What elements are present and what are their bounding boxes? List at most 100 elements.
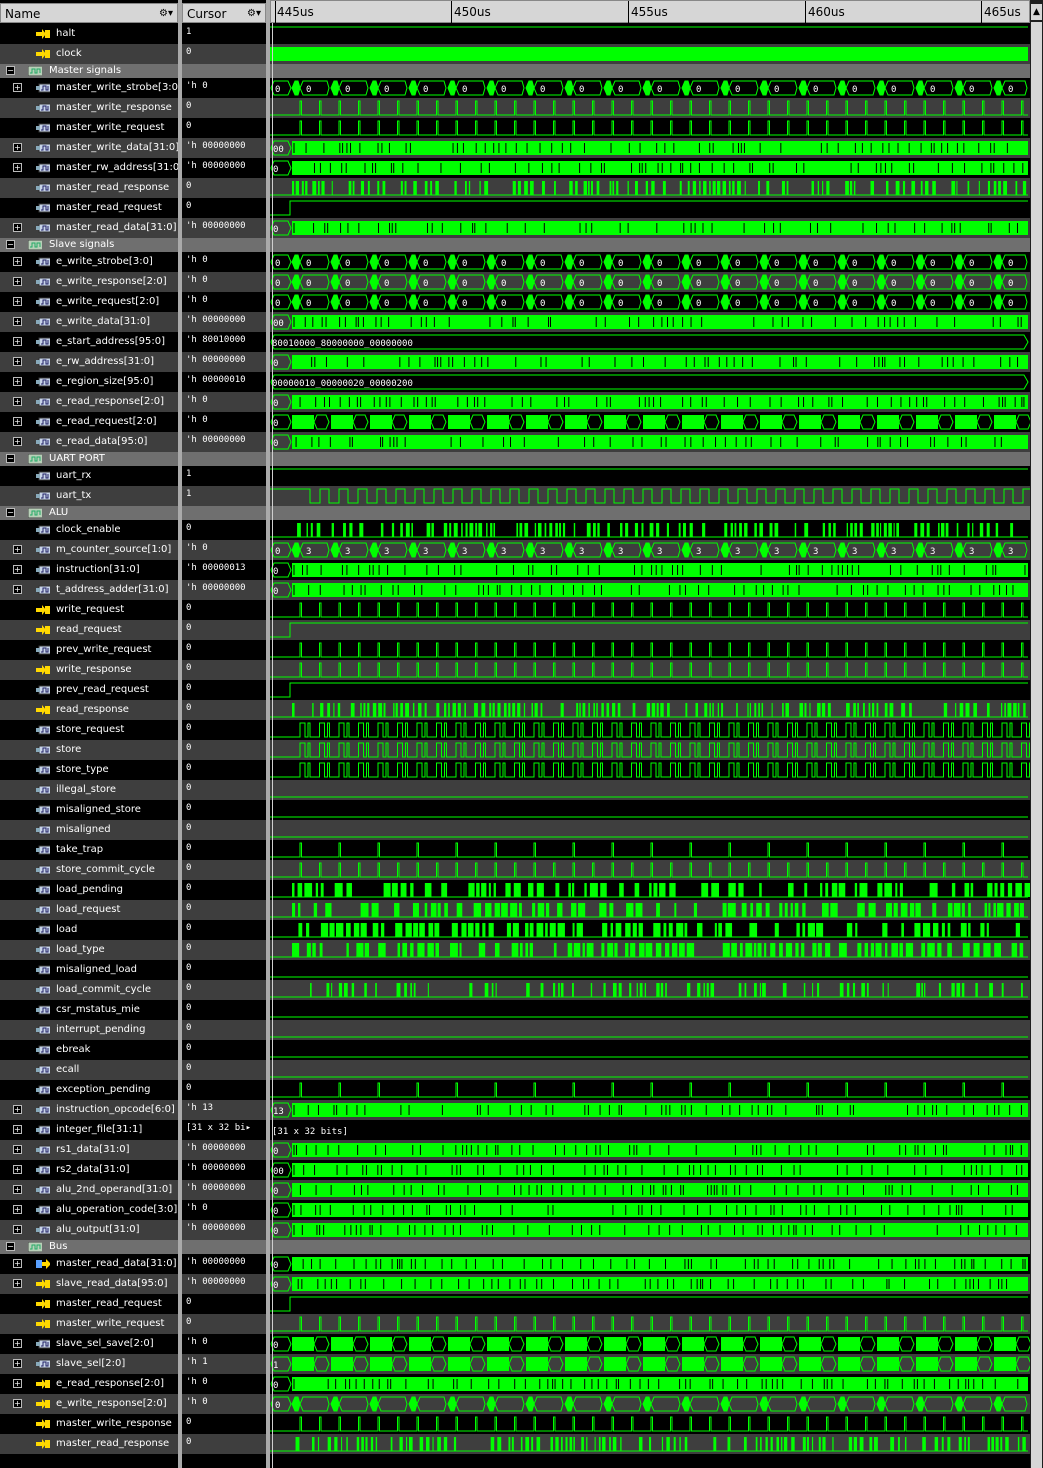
signal-row-e-read-response[interactable]: + e_read_response[2:0] [0,1374,178,1394]
waveform-row[interactable] [270,520,1030,540]
waveform-row[interactable]: 0 [270,1374,1030,1394]
signal-row-e-write-response[interactable]: + e_write_response[2:0] [0,272,178,292]
plus-box-icon[interactable]: + [13,437,22,446]
plus-box-icon[interactable]: + [13,1165,22,1174]
waveform-row[interactable]: 00000010_00000020_00000200 [270,372,1030,392]
waveform-row[interactable]: 0 0 0 0 0 0 0 0 0 0 0 0 0 0 0 0 0 0 0 0 [270,272,1030,292]
timeline-ruler[interactable]: 445us 450us 455us 460us 465us [270,0,1030,24]
waveform-row[interactable] [270,960,1030,980]
signal-row-master-read-response[interactable]: master_read_response [0,1434,178,1454]
signal-row-interrupt-pending[interactable]: interrupt_pending [0,1020,178,1040]
plus-box-icon[interactable]: + [13,357,22,366]
signal-row-prev-read-request[interactable]: prev_read_request [0,680,178,700]
minus-box-icon[interactable]: − [6,508,15,517]
plus-box-icon[interactable]: + [13,143,22,152]
signal-row-read-request[interactable]: read_request [0,620,178,640]
signal-row-rs1-data[interactable]: + rs1_data[31:0] [0,1140,178,1160]
waveform-row[interactable]: 0 0 0 0 0 0 0 0 0 0 0 0 0 0 0 0 0 0 0 0 [270,252,1030,272]
signal-row-write-request[interactable]: write_request [0,600,178,620]
signal-row-master-read-request[interactable]: master_read_request [0,198,178,218]
waveform-row[interactable]: 00 [270,312,1030,332]
waveform-row[interactable] [270,700,1030,720]
signal-row-e-write-request[interactable]: + e_write_request[2:0] [0,292,178,312]
waveform-row[interactable] [270,198,1030,218]
signal-row-read-response[interactable]: read_response [0,700,178,720]
waveform-row[interactable]: 0 0 0 0 0 0 0 0 0 0 0 0 0 0 0 0 0 0 0 0 [270,292,1030,312]
waveform-row[interactable]: 1 [270,1354,1030,1374]
waveform-row[interactable] [270,780,1030,800]
waveform-row[interactable]: 0 [270,1220,1030,1240]
waveform-row[interactable] [270,860,1030,880]
plus-box-icon[interactable]: + [13,317,22,326]
waveform-row[interactable] [270,1294,1030,1314]
time-cursor[interactable] [272,23,273,1468]
signal-row-t-address-adder[interactable]: + t_address_adder[31:0] [0,580,178,600]
plus-box-icon[interactable]: + [13,83,22,92]
waveform-row[interactable] [270,118,1030,138]
plus-box-icon[interactable]: + [13,1105,22,1114]
waveform-row[interactable] [270,178,1030,198]
group-row-bus[interactable]: − Bus [0,1240,178,1254]
waveform-row[interactable]: [31 x 32 bits] [270,1120,1030,1140]
gear-icon[interactable]: ⚙▾ [247,4,261,24]
waveform-row[interactable]: 0 [270,580,1030,600]
plus-box-icon[interactable]: + [13,377,22,386]
waveform-row[interactable]: 0 [270,1140,1030,1160]
plus-box-icon[interactable]: + [13,1225,22,1234]
signal-row-ebreak[interactable]: ebreak [0,1040,178,1060]
minus-box-icon[interactable]: − [6,66,15,75]
signal-row-slave-sel[interactable]: + slave_sel[2:0] [0,1354,178,1374]
plus-box-icon[interactable]: + [13,1359,22,1368]
plus-box-icon[interactable]: + [13,1205,22,1214]
waveform-row[interactable]: 0 0 0 0 0 0 0 0 0 0 0 0 0 0 0 0 0 0 0 0 [270,78,1030,98]
waveform-row[interactable]: 0 [270,1180,1030,1200]
signal-row-master-write-response[interactable]: master_write_response [0,98,178,118]
waveform-row[interactable] [270,1080,1030,1100]
signal-row-prev-write-request[interactable]: prev_write_request [0,640,178,660]
waveform-row[interactable] [270,820,1030,840]
signal-row-csr-mstatus-mie[interactable]: csr_mstatus_mie [0,1000,178,1020]
waveform-row[interactable]: 00 [270,1160,1030,1180]
scroll-up-arrow-icon[interactable]: ▲ [1031,4,1042,20]
waveform-row[interactable] [270,44,1030,64]
signal-row-instruction-opcode[interactable]: + instruction_opcode[6:0] [0,1100,178,1120]
waveform-row[interactable] [270,980,1030,1000]
signal-row-e-region-size[interactable]: + e_region_size[95:0] [0,372,178,392]
signal-row-e-write-response[interactable]: + e_write_response[2:0] [0,1394,178,1414]
plus-box-icon[interactable]: + [13,1145,22,1154]
signal-row-alu-output[interactable]: + alu_output[31:0] [0,1220,178,1240]
plus-box-icon[interactable]: + [13,297,22,306]
signal-row-slave-read-data[interactable]: + slave_read_data[95:0] [0,1274,178,1294]
waveform-row[interactable] [270,640,1030,660]
waveform-row[interactable]: 0 [270,392,1030,412]
signal-row-slave-sel-save[interactable]: + slave_sel_save[2:0] [0,1334,178,1354]
waveform-row[interactable] [270,64,1030,78]
waveform-row[interactable] [270,760,1030,780]
plus-box-icon[interactable]: + [13,277,22,286]
waveform-row[interactable]: 0 [270,352,1030,372]
waveform-row[interactable] [270,452,1030,466]
waveform-row[interactable] [270,740,1030,760]
waveform-row[interactable] [270,1040,1030,1060]
plus-box-icon[interactable]: + [13,585,22,594]
group-row-uart-port[interactable]: − UART PORT [0,452,178,466]
minus-box-icon[interactable]: − [6,1242,15,1251]
waveform-row[interactable] [270,486,1030,506]
signal-row-integer-file[interactable]: + integer_file[31:1] [0,1120,178,1140]
signal-row-store-commit-cycle[interactable]: store_commit_cycle [0,860,178,880]
plus-box-icon[interactable]: + [13,1259,22,1268]
signal-row-write-response[interactable]: write_response [0,660,178,680]
signal-row-master-write-request[interactable]: master_write_request [0,1314,178,1334]
waveform-row[interactable] [270,1000,1030,1020]
signal-row-master-read-data[interactable]: + master_read_data[31:0] [0,1254,178,1274]
signal-row-rs2-data[interactable]: + rs2_data[31:0] [0,1160,178,1180]
waveform-row[interactable] [270,680,1030,700]
signal-row-illegal-store[interactable]: illegal_store [0,780,178,800]
signal-row-load[interactable]: load [0,920,178,940]
waveform-row[interactable]: 0 [270,218,1030,238]
waveform-row[interactable] [270,600,1030,620]
signal-row-misaligned-store[interactable]: misaligned_store [0,800,178,820]
signal-row-e-read-data[interactable]: + e_read_data[95:0] [0,432,178,452]
plus-box-icon[interactable]: + [13,337,22,346]
waveform-row[interactable] [270,506,1030,520]
